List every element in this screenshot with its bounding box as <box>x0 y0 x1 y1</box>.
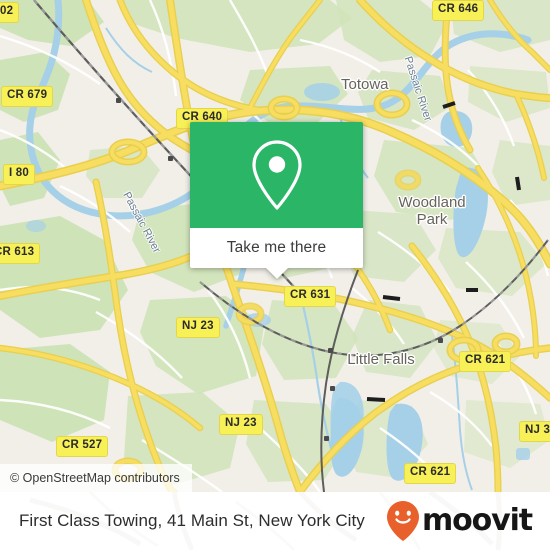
place-title: First Class Towing, 41 Main St, New York… <box>19 511 365 530</box>
moovit-pin-smiley-icon <box>386 501 419 541</box>
road-shield: CR 679 <box>1 86 54 107</box>
road-shield: NJ 23 <box>219 414 263 435</box>
place-label: Little Falls <box>347 351 415 368</box>
road-shield: NJ 3 <box>519 421 550 442</box>
map-attribution[interactable]: © OpenStreetMap contributors <box>0 464 192 492</box>
place-label: Woodland Park <box>398 194 466 228</box>
road-shield: 02 <box>0 2 20 23</box>
location-popup-card[interactable]: Take me there <box>190 122 363 279</box>
road-shield: I 80 <box>3 164 35 185</box>
take-me-there-label: Take me there <box>226 239 327 256</box>
moovit-logo[interactable]: moovit <box>386 500 533 542</box>
road-shield: CR 613 <box>0 243 41 264</box>
place-label: Totowa <box>341 76 389 93</box>
road-shield: CR 621 <box>459 351 512 372</box>
popup-pointer-tail <box>265 268 288 279</box>
moovit-map-share-card: Totowa Woodland Park Little Falls Passaic … <box>0 0 550 550</box>
map-pin-icon <box>251 140 302 210</box>
road-shield: CR 646 <box>432 0 485 21</box>
road-shield: CR 527 <box>56 436 109 457</box>
road-shield: CR 621 <box>404 463 457 484</box>
map-canvas[interactable]: Totowa Woodland Park Little Falls Passaic … <box>0 0 550 492</box>
popup-action-bar[interactable]: Take me there <box>190 228 363 279</box>
popup-pin-panel <box>190 122 363 228</box>
road-shield: CR 631 <box>284 286 337 307</box>
road-shield: NJ 23 <box>176 317 220 338</box>
moovit-wordmark: moovit <box>421 503 533 538</box>
footer-bar: First Class Towing, 41 Main St, New York… <box>0 492 550 550</box>
